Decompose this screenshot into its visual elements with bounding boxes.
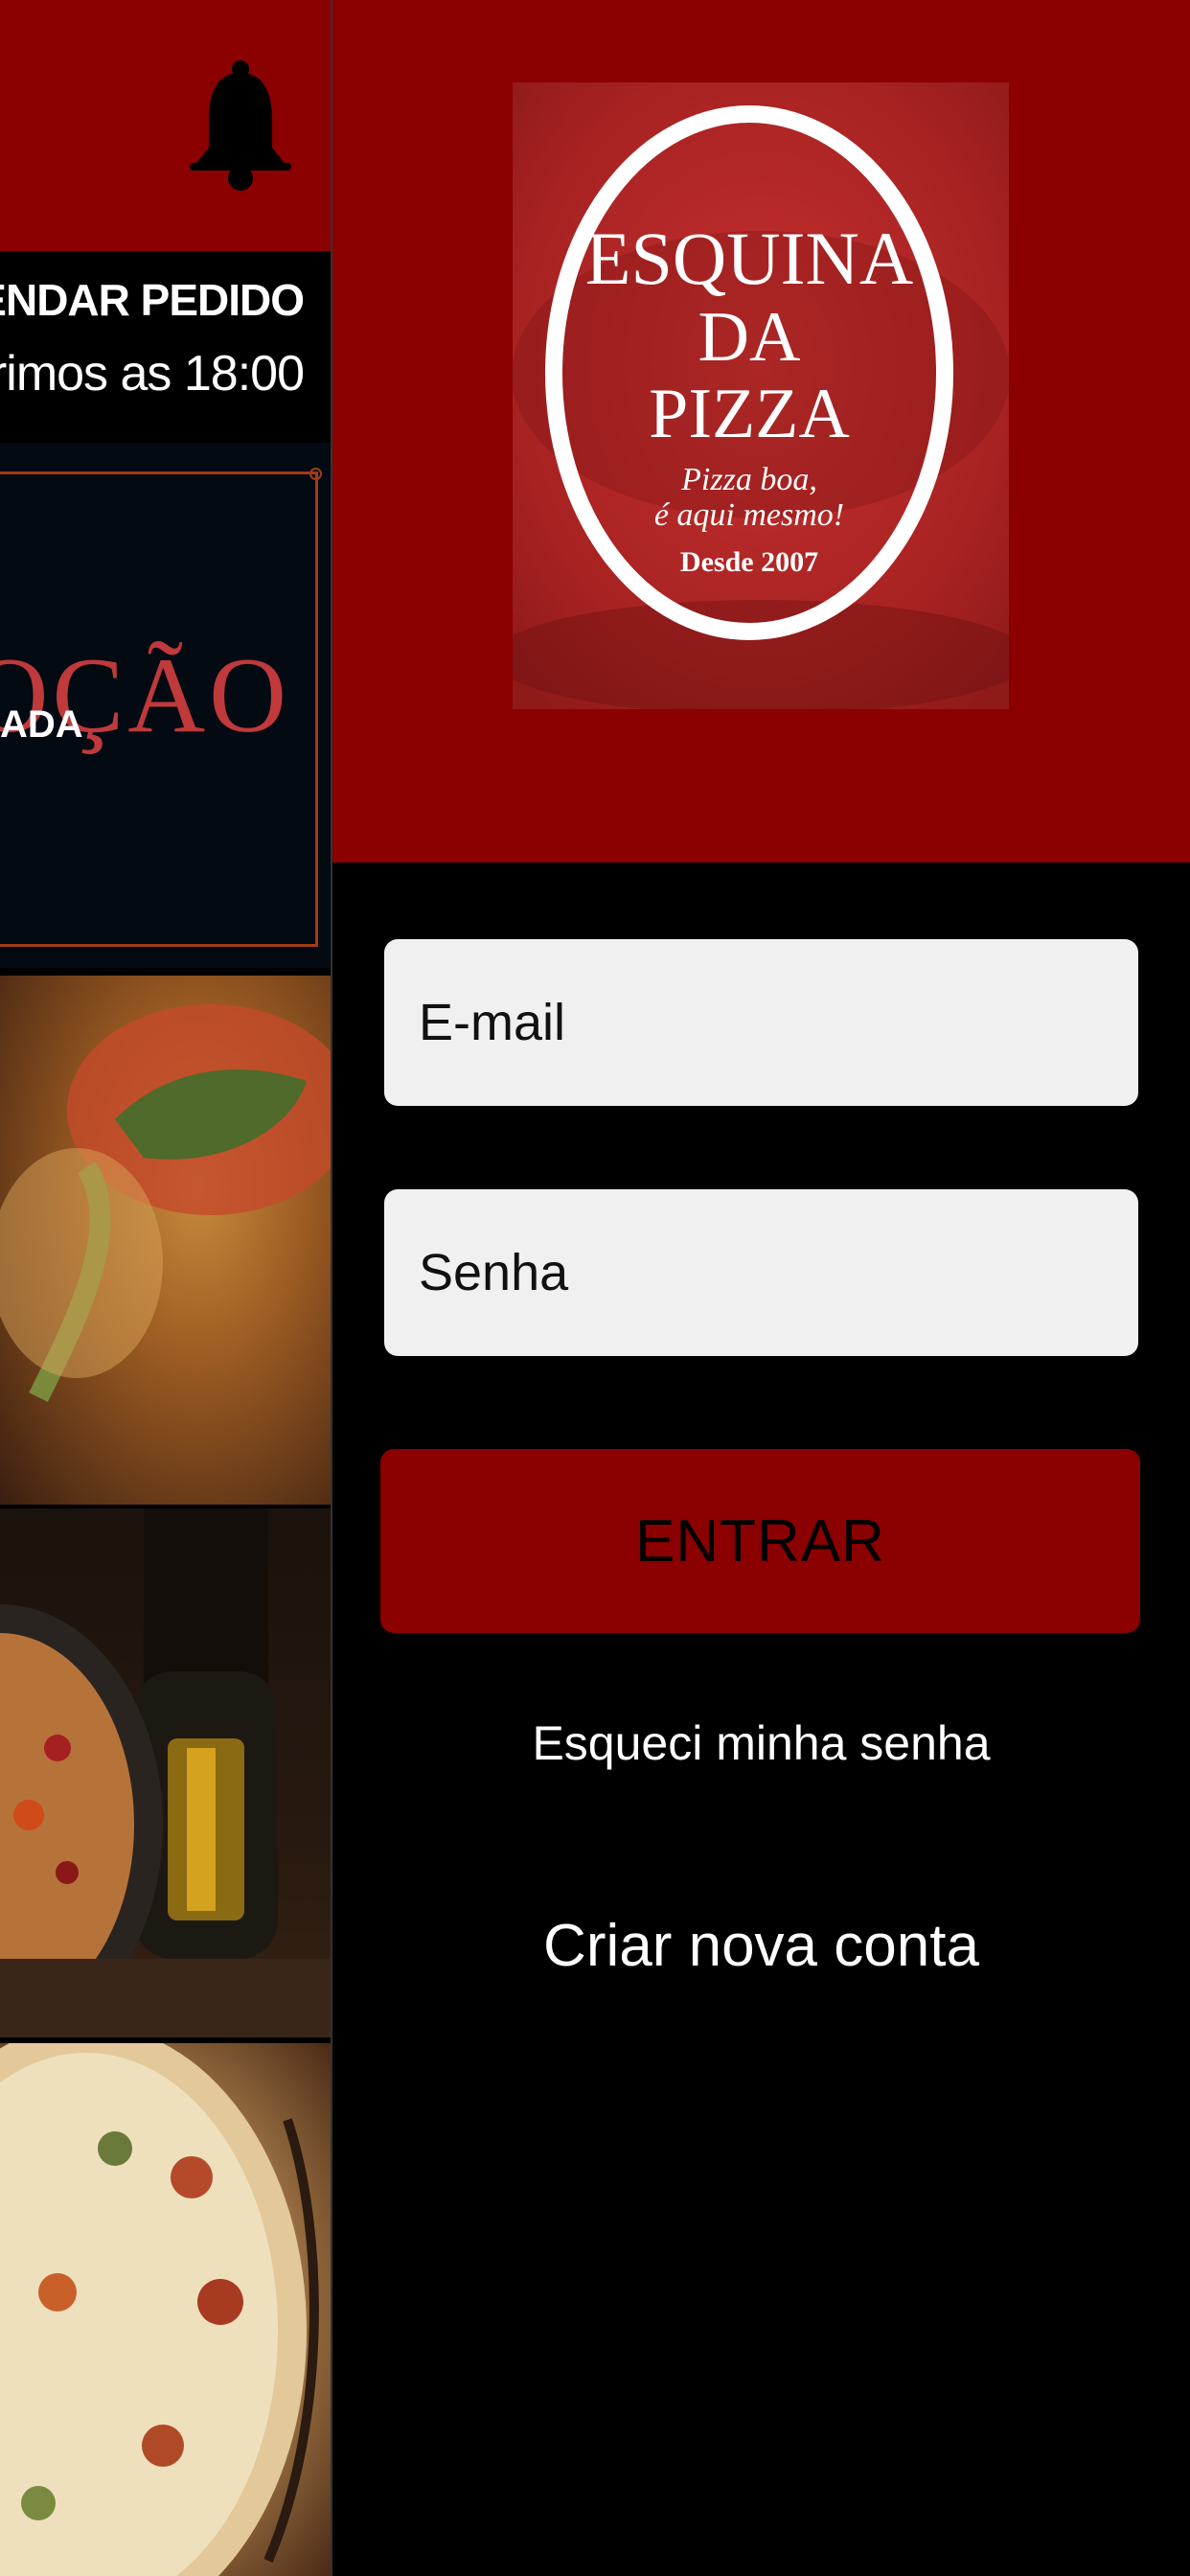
background-home-screen: GENDAR PEDIDO rimos as 18:00 MOÇÃO ADA	[0, 0, 331, 2576]
promo-card[interactable]: MOÇÃO ADA	[0, 443, 331, 968]
menu-item-image[interactable]	[0, 2043, 331, 2576]
logo-since: Desde 2007	[680, 546, 818, 578]
bell-icon[interactable]	[188, 59, 293, 192]
email-input[interactable]	[419, 993, 1138, 1052]
logo-line-1: ESQUINA	[585, 217, 913, 300]
logo-line-2: DA	[698, 298, 801, 377]
login-drawer: ESQUINA DA PIZZA Pizza boa, é aqui mesmo…	[332, 0, 1190, 2576]
create-account-link[interactable]: Criar nova conta	[332, 1912, 1190, 1980]
logo-slogan-line-1: Pizza boa,	[680, 462, 817, 497]
login-button[interactable]: ENTRAR	[380, 1449, 1140, 1633]
email-field[interactable]	[384, 939, 1138, 1106]
opening-time-text: rimos as 18:00	[0, 346, 305, 402]
menu-item-image[interactable]	[0, 976, 331, 1505]
schedule-order-banner[interactable]: GENDAR PEDIDO rimos as 18:00	[0, 251, 331, 441]
logo-line-3: PIZZA	[649, 375, 850, 453]
logo-slogan-line-2: é aqui mesmo!	[654, 497, 844, 533]
password-field[interactable]	[384, 1189, 1138, 1356]
menu-item-image[interactable]	[0, 1508, 331, 2037]
logo-header: ESQUINA DA PIZZA Pizza boa, é aqui mesmo…	[332, 0, 1190, 862]
schedule-order-title: GENDAR PEDIDO	[0, 275, 305, 325]
forgot-password-link[interactable]: Esqueci minha senha	[332, 1715, 1190, 1771]
restaurant-logo: ESQUINA DA PIZZA Pizza boa, é aqui mesmo…	[513, 82, 1009, 709]
promo-subtitle: ADA	[0, 703, 83, 746]
password-input[interactable]	[419, 1243, 1138, 1302]
home-header	[0, 0, 331, 251]
